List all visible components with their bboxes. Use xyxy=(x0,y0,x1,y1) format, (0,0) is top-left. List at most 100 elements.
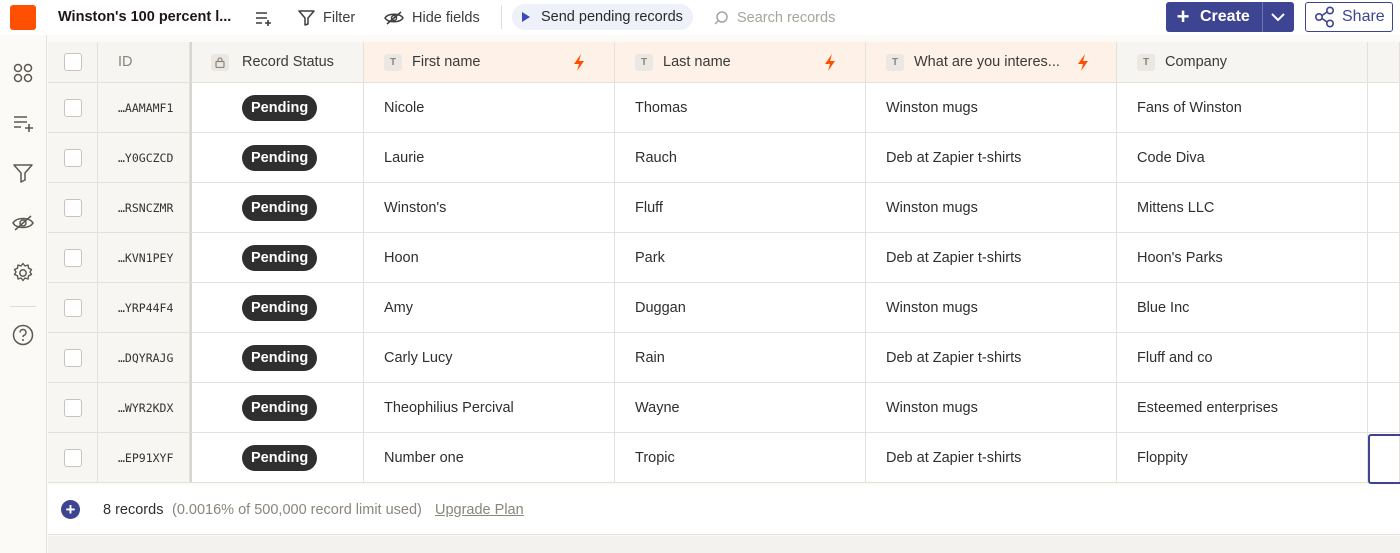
send-pending-button[interactable]: Send pending records xyxy=(512,4,693,30)
cell-company[interactable]: Esteemed enterprises xyxy=(1117,383,1368,433)
cell-next[interactable] xyxy=(1368,83,1400,133)
add-field-button[interactable] xyxy=(255,6,281,29)
selected-cell-outline[interactable] xyxy=(1368,434,1400,484)
cell-next[interactable] xyxy=(1368,133,1400,183)
table-row[interactable]: …EP91XYF Pending Number one Tropic Deb at Za… xyxy=(48,433,1400,483)
cell-last-name[interactable]: Fluff xyxy=(615,183,866,233)
cell-company[interactable]: Floppity xyxy=(1117,433,1368,483)
cell-first-name[interactable]: Carly Lucy xyxy=(364,333,615,383)
cell-id[interactable]: …AAMAMF1 xyxy=(98,83,190,133)
cell-interest[interactable]: Deb at Zapier t-shirts xyxy=(866,233,1117,283)
search-input[interactable]: Search records xyxy=(713,6,835,29)
row-checkbox[interactable] xyxy=(63,398,82,417)
cell-interest[interactable]: Winston mugs xyxy=(866,183,1117,233)
cell-interest[interactable]: Deb at Zapier t-shirts xyxy=(866,333,1117,383)
row-checkbox[interactable] xyxy=(63,348,82,367)
cell-last-name[interactable]: Wayne xyxy=(615,383,866,433)
table-row[interactable]: …DQYRAJG Pending Carly Lucy Rain Deb at Zapi… xyxy=(48,333,1400,383)
cell-next[interactable] xyxy=(1368,183,1400,233)
cell-last-name[interactable]: Park xyxy=(615,233,866,283)
cell-company[interactable]: Mittens LLC xyxy=(1117,183,1368,233)
cell-interest[interactable]: Winston mugs xyxy=(866,83,1117,133)
share-button[interactable]: Share xyxy=(1305,2,1393,32)
hide-fields-button[interactable]: Hide fields xyxy=(384,6,480,29)
column-header-company[interactable]: T Company xyxy=(1117,42,1368,83)
cell-status[interactable]: Pending xyxy=(190,333,364,383)
help-icon[interactable] xyxy=(12,324,34,346)
column-header-interest[interactable]: T What are you interes... xyxy=(866,42,1117,83)
app-logo[interactable] xyxy=(10,5,36,30)
upgrade-plan-link[interactable]: Upgrade Plan xyxy=(435,502,524,518)
row-checkbox[interactable] xyxy=(63,98,82,117)
cell-first-name[interactable]: Nicole xyxy=(364,83,615,133)
cell-id[interactable]: …WYR2KDX xyxy=(98,383,190,433)
column-header-last-name[interactable]: T Last name xyxy=(615,42,866,83)
row-checkbox[interactable] xyxy=(63,198,82,217)
table-title[interactable]: Winston's 100 percent l... xyxy=(58,9,231,25)
cell-id[interactable]: …YRP44F4 xyxy=(98,283,190,333)
cell-last-name[interactable]: Rain xyxy=(615,333,866,383)
add-field-icon[interactable] xyxy=(12,112,34,134)
table-row[interactable]: …YRP44F4 Pending Amy Duggan Winston mugs Blue… xyxy=(48,283,1400,333)
filter-icon[interactable] xyxy=(12,162,34,184)
cell-first-name[interactable]: Hoon xyxy=(364,233,615,283)
cell-first-name[interactable]: Theophilius Percival xyxy=(364,383,615,433)
select-all-checkbox[interactable] xyxy=(63,53,82,71)
create-button[interactable]: + Create xyxy=(1166,2,1294,32)
cell-status[interactable]: Pending xyxy=(190,383,364,433)
cell-last-name[interactable]: Tropic xyxy=(615,433,866,483)
settings-icon[interactable] xyxy=(12,262,34,284)
cell-company[interactable]: Fans of Winston xyxy=(1117,83,1368,133)
cell-first-name[interactable]: Number one xyxy=(364,433,615,483)
table-row[interactable]: …WYR2KDX Pending Theophilius Percival Wayne… xyxy=(48,383,1400,433)
column-header-id[interactable]: ID xyxy=(98,42,190,83)
cell-first-name[interactable]: Winston's xyxy=(364,183,615,233)
cell-company[interactable]: Fluff and co xyxy=(1117,333,1368,383)
apps-icon[interactable] xyxy=(12,62,34,84)
cell-next[interactable] xyxy=(1368,333,1400,383)
cell-first-name[interactable]: Amy xyxy=(364,283,615,333)
table-row[interactable]: …RSNCZMR Pending Winston's Fluff Winston mug… xyxy=(48,183,1400,233)
table-row[interactable]: …AAMAMF1 Pending Nicole Thomas Winston mugs F… xyxy=(48,83,1400,133)
cell-interest[interactable]: Deb at Zapier t-shirts xyxy=(866,133,1117,183)
row-checkbox[interactable] xyxy=(63,448,82,467)
cell-next[interactable] xyxy=(1368,233,1400,283)
hide-icon[interactable] xyxy=(12,212,34,234)
cell-company[interactable]: Code Diva xyxy=(1117,133,1368,183)
cell-interest[interactable]: Deb at Zapier t-shirts xyxy=(866,433,1117,483)
cell-status[interactable]: Pending xyxy=(190,133,364,183)
cell-last-name[interactable]: Thomas xyxy=(615,83,866,133)
cell-id[interactable]: …DQYRAJG xyxy=(98,333,190,383)
add-record-button[interactable]: + xyxy=(61,500,80,519)
cell-first-name[interactable]: Laurie xyxy=(364,133,615,183)
column-header-status[interactable]: Record Status xyxy=(190,42,364,83)
column-header-next[interactable] xyxy=(1368,42,1400,83)
cell-last-name[interactable]: Duggan xyxy=(615,283,866,333)
cell-company[interactable]: Blue Inc xyxy=(1117,283,1368,333)
cell-id[interactable]: …RSNCZMR xyxy=(98,183,190,233)
cell-last-name[interactable]: Rauch xyxy=(615,133,866,183)
cell-id[interactable]: …Y0GCZCD xyxy=(98,133,190,183)
cell-next[interactable] xyxy=(1368,283,1400,333)
filter-button[interactable]: Filter xyxy=(298,6,355,29)
row-checkbox[interactable] xyxy=(63,148,82,167)
cell-status[interactable]: Pending xyxy=(190,83,364,133)
create-divider xyxy=(1262,2,1263,32)
chevron-down-icon[interactable] xyxy=(1270,10,1286,24)
cell-status[interactable]: Pending xyxy=(190,233,364,283)
cell-next[interactable] xyxy=(1368,383,1400,433)
table-row[interactable]: …Y0GCZCD Pending Laurie Rauch Deb at Zapier … xyxy=(48,133,1400,183)
cell-status[interactable]: Pending xyxy=(190,283,364,333)
table-row[interactable]: …KVN1PEY Pending Hoon Park Deb at Zapier t-s… xyxy=(48,233,1400,283)
cell-id[interactable]: …KVN1PEY xyxy=(98,233,190,283)
row-checkbox[interactable] xyxy=(63,298,82,317)
cell-company[interactable]: Hoon's Parks xyxy=(1117,233,1368,283)
cell-id[interactable]: …EP91XYF xyxy=(98,433,190,483)
cell-interest[interactable]: Winston mugs xyxy=(866,283,1117,333)
cell-status[interactable]: Pending xyxy=(190,433,364,483)
cell-interest[interactable]: Winston mugs xyxy=(866,383,1117,433)
column-header-first-name[interactable]: T First name xyxy=(364,42,615,83)
cell-status[interactable]: Pending xyxy=(190,183,364,233)
row-select-cell xyxy=(48,83,98,133)
row-checkbox[interactable] xyxy=(63,248,82,267)
